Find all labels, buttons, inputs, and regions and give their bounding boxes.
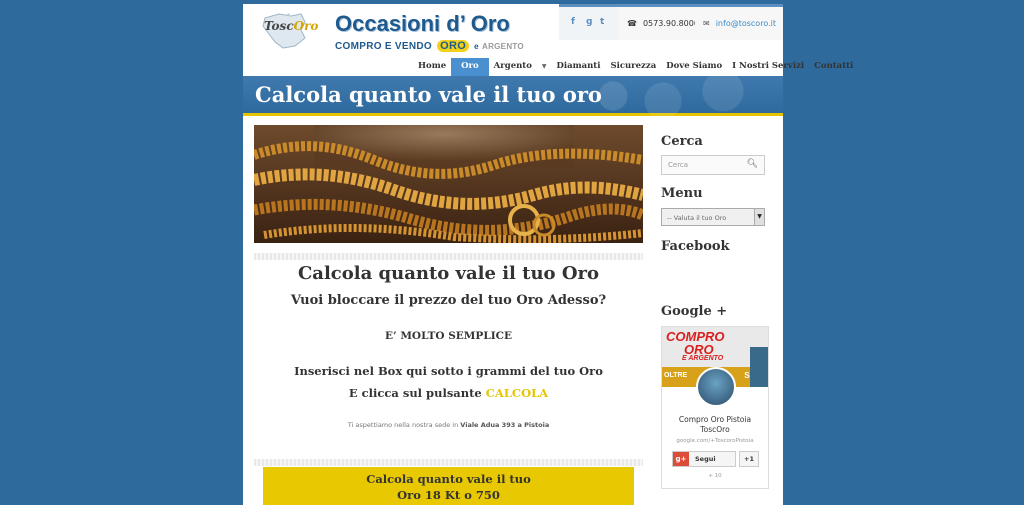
avatar[interactable] xyxy=(696,367,736,407)
tagline-argento: ARGENTO xyxy=(482,42,524,51)
nav-label: Sicurezza xyxy=(610,61,657,71)
plus-one-button[interactable]: +1 xyxy=(739,451,759,467)
follower-count: + 10 xyxy=(708,473,722,479)
chevron-down-icon[interactable]: ▼ xyxy=(754,209,764,225)
gplus-url[interactable]: google.com/+ToscoroPistoia xyxy=(662,438,768,444)
phone-icon: ☎ xyxy=(627,19,637,28)
site-title[interactable]: Occasioni d’ Oro xyxy=(335,11,510,37)
gold-chains-illustration xyxy=(254,125,643,243)
gold-calculator-box[interactable]: Calcola quanto vale il tuo Oro 18 Kt o 7… xyxy=(263,467,634,505)
nav-item-sicurezza[interactable]: Sicurezza xyxy=(605,58,661,76)
nav-label: Home xyxy=(418,61,447,71)
nav-label: Dove Siamo xyxy=(666,61,723,71)
content-subheading: Vuoi bloccare il prezzo del tuo Oro Ades… xyxy=(290,293,607,308)
google-plus-icon: g+ xyxy=(673,452,689,466)
search-input[interactable]: Cerca 🔍︎ xyxy=(661,155,765,175)
facebook-heading: Facebook xyxy=(661,239,730,254)
google-plus-badge: COMPROORO E ARGENTO OLTRE SIONI Compro O… xyxy=(661,326,769,489)
calc-title-line-1: Calcola quanto vale il tuo xyxy=(366,472,531,486)
cover-line: OLTRE xyxy=(664,372,688,379)
search-icon[interactable]: 🔍︎ xyxy=(747,159,758,169)
phone-number: 0573.90.8000 xyxy=(642,19,699,28)
instruction-text: E clicca sul pulsante xyxy=(348,386,482,400)
search-heading: Cerca xyxy=(661,134,703,149)
search-placeholder: Cerca xyxy=(668,161,689,169)
nav-item-dove-siamo[interactable]: Dove Siamo xyxy=(661,58,727,76)
google-plus-heading: Google + xyxy=(661,304,728,319)
nav-item-nostri-servizi[interactable]: I Nostri Servizi xyxy=(727,58,809,76)
gplus-page-name[interactable]: Compro Oro Pistoia ToscOro xyxy=(662,415,768,435)
menu-selected-value: -- Valuta il tuo Oro xyxy=(667,214,727,222)
nav-label: I Nostri Servizi xyxy=(732,61,805,71)
calcola-highlight: CALCOLA xyxy=(485,386,549,400)
nav-label: Argento xyxy=(493,61,532,71)
site-tagline: COMPRO E VENDO ORO e ARGENTO xyxy=(335,40,524,52)
cover-subtext: E ARGENTO xyxy=(682,355,724,362)
nav-label: Diamanti xyxy=(556,61,601,71)
tagline-e: e xyxy=(474,42,479,51)
address-prefix: Ti aspettiamo nella nostra sede in xyxy=(347,421,459,429)
phone-contact[interactable]: ☎ 0573.90.8000 xyxy=(619,4,699,40)
content-heading: Calcola quanto vale il tuo Oro xyxy=(297,263,600,284)
facebook-icon[interactable]: f xyxy=(571,17,575,27)
divider-stripe xyxy=(254,459,643,466)
nav-item-contatti[interactable]: Contatti xyxy=(809,58,858,76)
content-tagline: E’ MOLTO SEMPLICE xyxy=(385,330,512,342)
cover-text: COMPRO ORO xyxy=(666,330,725,356)
email-address: info@toscoro.it xyxy=(715,19,776,28)
follow-label: Segui xyxy=(695,455,716,463)
divider-stripe xyxy=(254,253,643,260)
logo-wordmark: ToscOro xyxy=(264,19,318,33)
tagline-text: COMPRO E VENDO xyxy=(335,41,432,52)
tagline-oro-badge: ORO xyxy=(437,40,470,52)
nav-item-diamanti[interactable]: Diamanti xyxy=(552,58,606,76)
twitter-icon[interactable]: t xyxy=(600,17,604,27)
nav-item-oro[interactable]: Oro xyxy=(451,58,489,76)
cover-window xyxy=(750,347,768,387)
logo-text-tosc: Tosc xyxy=(264,19,294,33)
page-title-band: Calcola quanto vale il tuo oro xyxy=(243,76,783,116)
nav-label: Oro xyxy=(461,61,479,71)
content-instruction-1: Inserisci nel Box qui sotto i grammi del… xyxy=(294,364,603,378)
decorative-bokeh xyxy=(583,76,783,116)
menu-heading: Menu xyxy=(661,186,703,201)
site-header: ToscOro Occasioni d’ Oro COMPRO E VENDO … xyxy=(243,4,853,76)
mail-icon: ✉ xyxy=(703,19,710,28)
gold-jewelry-image xyxy=(254,125,643,243)
page-title: Calcola quanto vale il tuo oro xyxy=(255,82,602,107)
nav-item-home[interactable]: Home xyxy=(413,58,451,76)
caret-down-icon: ▼ xyxy=(541,63,547,70)
page-container: ToscOro Occasioni d’ Oro COMPRO E VENDO … xyxy=(243,4,853,505)
follow-button[interactable]: g+ Segui xyxy=(672,451,736,467)
email-contact[interactable]: ✉ info@toscoro.it xyxy=(695,4,783,40)
gplus-name-line-1: Compro Oro Pistoia xyxy=(678,415,752,424)
content-instruction-2: E clicca sul pulsante CALCOLA xyxy=(254,386,643,400)
google-plus-icon[interactable]: g xyxy=(586,17,592,27)
calc-title-line-2: Oro 18 Kt o 750 xyxy=(397,488,500,502)
logo-text-oro: Oro xyxy=(293,19,319,33)
address-note: Ti aspettiamo nella nostra sede in Viale… xyxy=(254,421,643,429)
nav-item-argento[interactable]: Argento ▼ xyxy=(489,58,552,76)
nav-label: Contatti xyxy=(814,61,854,71)
address-text: Viale Adua 393 a Pistoia xyxy=(460,421,550,429)
main-nav: Home Oro Argento ▼ Diamanti Sicurezza Dov… xyxy=(413,58,858,76)
gplus-name-line-2: ToscOro xyxy=(700,425,730,434)
social-links: f g t xyxy=(559,4,623,40)
menu-select[interactable]: -- Valuta il tuo Oro ▼ xyxy=(661,208,765,226)
